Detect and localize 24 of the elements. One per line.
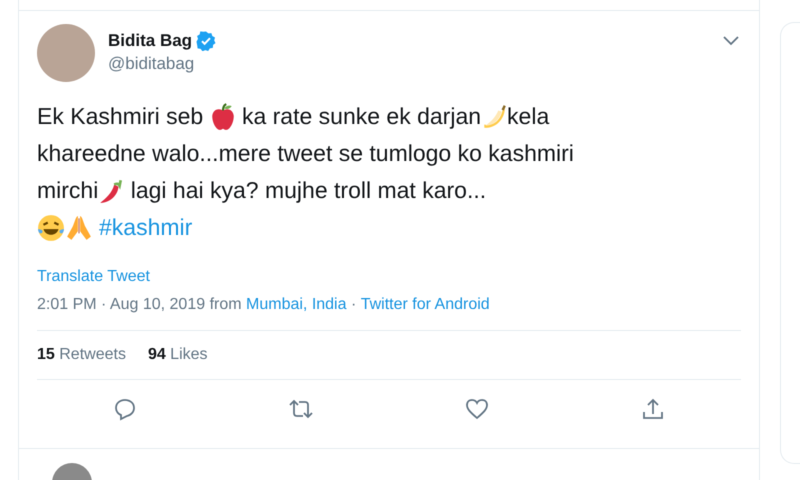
heart-icon[interactable] [465, 397, 489, 421]
location-link[interactable]: Mumbai, India [246, 296, 347, 314]
tweet-text: mirchi [37, 176, 98, 205]
engagement-count-link[interactable]: 15 Retweets [37, 346, 126, 364]
apple-icon [210, 102, 236, 130]
tweet-text: khareedne walo...mere tweet se tumlogo ko kashmiri [37, 139, 574, 168]
author-name[interactable]: Bidita Bag [108, 31, 192, 51]
source-link[interactable]: Twitter for Android [360, 296, 490, 314]
engagement-count-link[interactable]: 94 Likes [148, 346, 208, 364]
hashtag-link[interactable]: #kashmir [99, 209, 192, 246]
chevron-down-icon[interactable] [723, 36, 739, 46]
tweet-text: lagi hai kya? mujhe troll mat karo... [130, 176, 486, 205]
tweet-text: kela [507, 102, 550, 131]
tweet-text: Ek Kashmiri seb [37, 102, 204, 131]
tweet-text: ka rate sunke ek darjan [240, 102, 482, 131]
tweet-timestamp: 2:01 PM · Aug 10, 2019 from [37, 296, 243, 314]
share-icon[interactable] [641, 397, 665, 421]
retweet-icon[interactable] [288, 397, 314, 421]
laughing-tears-icon [37, 214, 65, 242]
separator-text: · [350, 296, 358, 314]
reply-icon[interactable] [113, 397, 137, 421]
folded-hands-icon [65, 214, 93, 242]
author-handle[interactable]: @biditabag [108, 54, 216, 74]
translate-tweet-link[interactable]: Translate Tweet [37, 268, 150, 286]
